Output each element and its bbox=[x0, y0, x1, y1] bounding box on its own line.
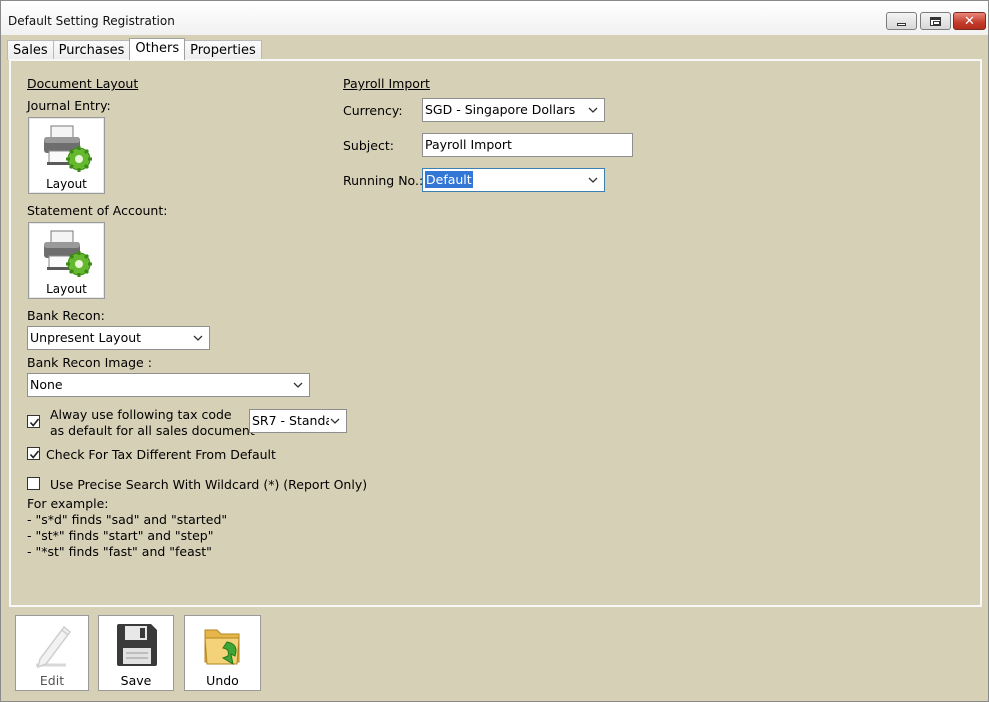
undo-button-label: Undo bbox=[206, 673, 239, 688]
printer-settings-icon bbox=[44, 125, 92, 172]
bank-recon-image-select[interactable]: None bbox=[27, 373, 310, 397]
bank-recon-image-label: Bank Recon Image : bbox=[27, 355, 152, 370]
bank-recon-select[interactable]: Unpresent Layout bbox=[27, 326, 210, 350]
edit-button[interactable]: Edit bbox=[15, 615, 89, 691]
window-title: Default Setting Registration bbox=[8, 14, 175, 28]
undo-button[interactable]: Undo bbox=[184, 615, 261, 691]
tab-properties[interactable]: Properties bbox=[184, 40, 262, 60]
save-button[interactable]: Save bbox=[98, 615, 174, 691]
tax-code-select[interactable]: SR7 - Standa bbox=[249, 409, 347, 433]
precise-search-label: Use Precise Search With Wildcard (*) (Re… bbox=[50, 477, 368, 492]
minimize-button[interactable] bbox=[886, 12, 917, 30]
default-setting-window: Default Setting Registration ✕ Sales Pur… bbox=[0, 0, 989, 702]
minimize-icon bbox=[897, 22, 906, 26]
close-button[interactable]: ✕ bbox=[953, 12, 986, 30]
bank-recon-label: Bank Recon: bbox=[27, 308, 105, 323]
save-button-label: Save bbox=[120, 673, 152, 688]
journal-entry-layout-button[interactable]: Layout bbox=[28, 117, 105, 194]
journal-entry-label: Journal Entry: bbox=[27, 98, 111, 113]
check-tax-difference-label: Check For Tax Different From Default bbox=[46, 447, 276, 462]
checkmark-icon bbox=[29, 418, 40, 427]
subject-input[interactable]: Payroll Import bbox=[422, 133, 633, 157]
chevron-down-icon bbox=[193, 335, 203, 341]
statement-layout-button[interactable]: Layout bbox=[28, 222, 105, 299]
subject-label: Subject: bbox=[343, 138, 394, 153]
running-no-value: Default bbox=[425, 171, 473, 188]
always-tax-label-line2: as default for all sales document bbox=[50, 423, 255, 438]
title-bar: Default Setting Registration ✕ bbox=[1, 1, 988, 35]
example-line: - "s*d" finds "sad" and "started" bbox=[27, 512, 228, 527]
precise-search-checkbox[interactable] bbox=[27, 477, 40, 490]
bank-recon-value: Unpresent Layout bbox=[30, 330, 142, 345]
tab-others[interactable]: Others bbox=[129, 38, 186, 60]
close-icon: ✕ bbox=[964, 13, 975, 29]
bank-recon-image-value: None bbox=[30, 377, 63, 392]
tab-sales[interactable]: Sales bbox=[7, 40, 54, 60]
always-tax-checkbox[interactable] bbox=[27, 415, 40, 428]
chevron-down-icon bbox=[293, 382, 303, 388]
statement-of-account-label: Statement of Account: bbox=[27, 203, 168, 218]
tab-strip: Sales Purchases Others Properties bbox=[7, 38, 262, 60]
example-line: - "*st" finds "fast" and "feast" bbox=[27, 544, 212, 559]
example-line: - "st*" finds "start" and "step" bbox=[27, 528, 214, 543]
always-tax-label-line1: Alway use following tax code bbox=[50, 407, 232, 422]
maximize-button[interactable] bbox=[920, 12, 951, 30]
edit-button-label: Edit bbox=[39, 673, 65, 688]
currency-select[interactable]: SGD - Singapore Dollars bbox=[422, 98, 605, 122]
currency-label: Currency: bbox=[343, 103, 403, 118]
chevron-down-icon bbox=[588, 177, 598, 183]
check-tax-difference-checkbox[interactable] bbox=[27, 447, 40, 460]
checkmark-icon bbox=[29, 450, 40, 459]
document-layout-heading: Document Layout bbox=[27, 76, 139, 91]
tax-code-value: SR7 - Standa bbox=[252, 413, 334, 428]
chevron-down-icon bbox=[329, 415, 341, 427]
currency-value: SGD - Singapore Dollars bbox=[425, 102, 576, 117]
layout-button-label: Layout bbox=[46, 177, 87, 191]
payroll-import-heading: Payroll Import bbox=[343, 76, 430, 91]
pencil-icon bbox=[36, 625, 72, 669]
running-no-label: Running No.: bbox=[343, 173, 424, 188]
restore-icon bbox=[930, 16, 941, 26]
example-heading: For example: bbox=[27, 496, 109, 511]
floppy-disk-icon bbox=[117, 624, 157, 666]
layout-button-label: Layout bbox=[46, 282, 87, 296]
chevron-down-icon bbox=[588, 107, 598, 113]
printer-settings-icon bbox=[44, 230, 92, 277]
folder-undo-icon bbox=[204, 629, 240, 666]
running-no-select[interactable]: Default bbox=[422, 168, 605, 192]
tab-purchases[interactable]: Purchases bbox=[52, 40, 131, 60]
